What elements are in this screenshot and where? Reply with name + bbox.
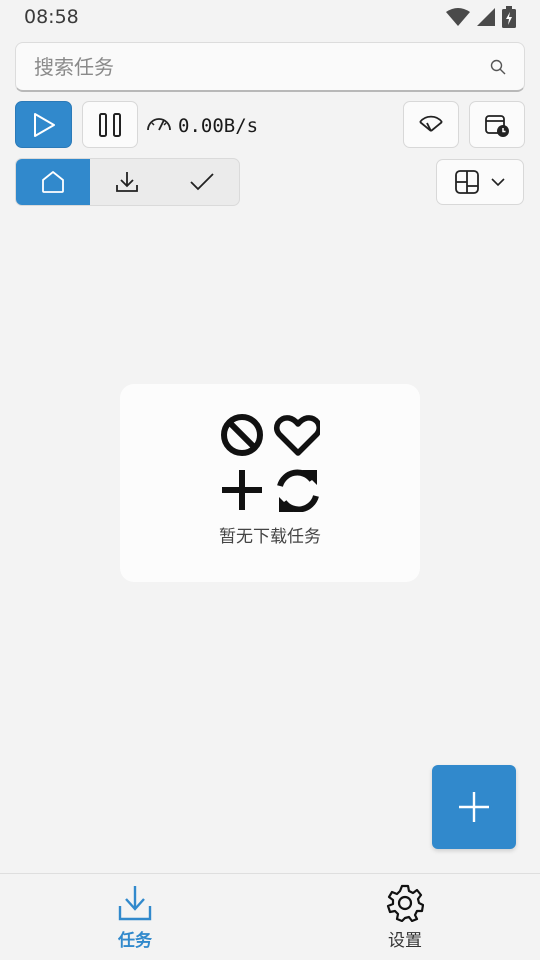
layout-icon	[455, 170, 479, 194]
home-icon	[42, 171, 65, 193]
check-icon	[190, 173, 214, 191]
download-icon	[118, 886, 152, 921]
empty-state-card: 暂无下载任务	[120, 384, 420, 582]
heart-icon	[273, 415, 320, 456]
battery-icon	[502, 6, 516, 28]
nav-item-tasks[interactable]: 任务	[0, 874, 270, 960]
refresh-icon	[277, 469, 319, 512]
nav-label-tasks: 任务	[118, 931, 152, 951]
status-bar: 08:58	[0, 0, 540, 34]
speed-limit-button[interactable]	[403, 101, 459, 148]
signal-icon	[477, 8, 495, 26]
calendar-clock-icon	[485, 114, 509, 137]
bottom-nav: 任务 设置	[0, 873, 540, 960]
start-all-button[interactable]	[15, 101, 72, 148]
speed-indicator: 0.00B/s	[146, 112, 258, 140]
status-time: 08:58	[24, 6, 79, 28]
search-icon[interactable]	[490, 59, 506, 75]
search-input[interactable]	[34, 54, 490, 79]
plus-icon	[222, 470, 262, 510]
play-icon	[33, 112, 55, 137]
block-icon	[221, 414, 263, 456]
speedometer-icon	[147, 118, 171, 131]
filter-all-tab[interactable]	[16, 159, 91, 205]
plus-icon	[459, 792, 489, 822]
speed-value: 0.00B/s	[178, 115, 259, 137]
empty-state-message: 暂无下载任务	[219, 527, 321, 547]
empty-state-icons	[221, 414, 320, 512]
schedule-button[interactable]	[469, 101, 525, 148]
chevron-down-icon	[491, 178, 505, 187]
wifi-icon	[446, 8, 470, 26]
pause-icon	[99, 112, 121, 137]
pause-all-button[interactable]	[82, 101, 138, 148]
gear-icon	[386, 884, 424, 922]
status-icons	[446, 6, 516, 28]
add-task-button[interactable]	[432, 765, 516, 849]
gauge-icon	[419, 115, 443, 132]
nav-label-settings: 设置	[388, 931, 422, 951]
filter-segment	[15, 158, 240, 206]
view-mode-dropdown[interactable]	[436, 159, 524, 205]
filter-downloading-tab[interactable]	[90, 159, 164, 205]
nav-item-settings[interactable]: 设置	[270, 874, 540, 960]
filter-completed-tab[interactable]	[165, 159, 239, 205]
search-box[interactable]	[15, 42, 525, 92]
download-icon	[116, 172, 139, 192]
